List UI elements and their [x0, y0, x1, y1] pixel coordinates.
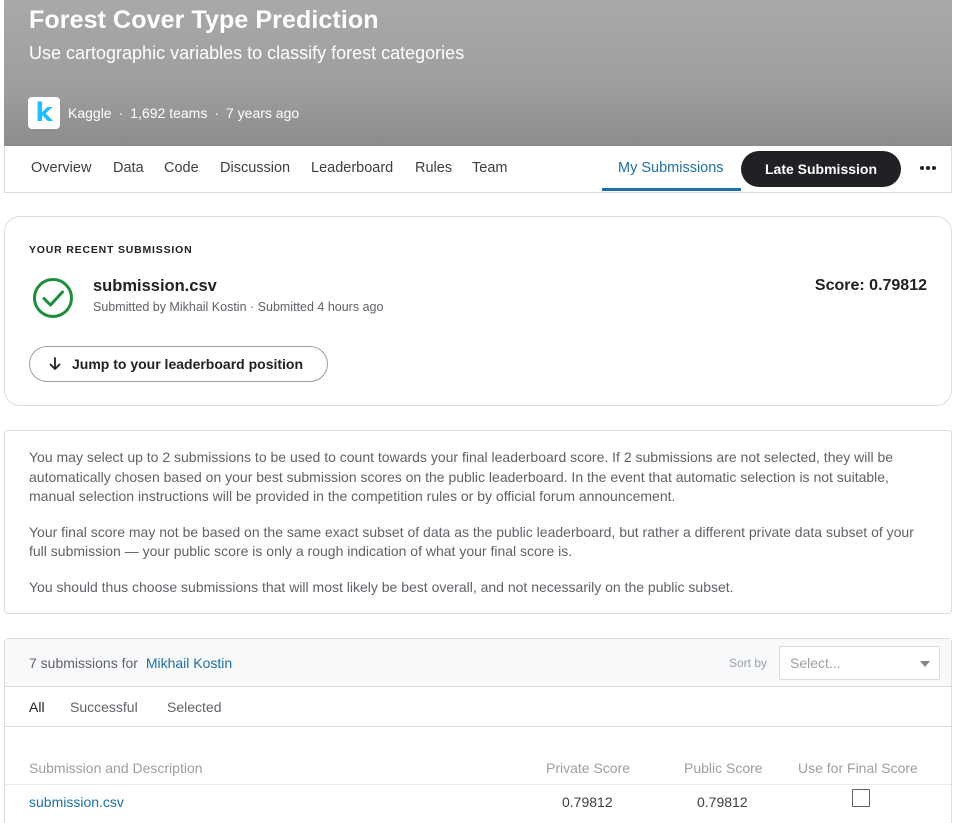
sort-label: Sort by — [729, 656, 768, 670]
host-name[interactable]: Kaggle — [68, 105, 112, 121]
private-score-value: 0.79812 — [562, 794, 613, 810]
chevron-down-icon — [920, 661, 930, 667]
use-for-final-checkbox[interactable] — [852, 789, 870, 807]
check-circle-icon — [33, 278, 73, 318]
meta-separator: · — [214, 105, 219, 121]
competition-header: Forest Cover Type Prediction Use cartogr… — [4, 0, 952, 146]
submissions-panel: 7 submissions for Mikhail Kostin Sort by… — [4, 638, 952, 823]
tab-discussion[interactable]: Discussion — [220, 160, 290, 176]
competition-subtitle: Use cartographic variables to classify f… — [29, 43, 465, 63]
tab-team[interactable]: Team — [472, 160, 507, 176]
user-link[interactable]: Mikhail Kostin — [146, 655, 232, 671]
more-options-icon[interactable] — [915, 155, 941, 181]
submissions-count-text: 7 submissions for — [29, 655, 138, 671]
teams-count: 1,692 teams — [130, 105, 208, 121]
table-row: submission.csv 0.79812 0.79812 — [5, 785, 951, 823]
info-paragraph: You may select up to 2 submissions to be… — [29, 449, 894, 504]
recent-file-name: submission.csv — [93, 277, 217, 295]
sort-select[interactable]: Select... — [779, 646, 940, 680]
active-tab-indicator — [602, 188, 741, 191]
filter-tabs: All Successful Selected — [5, 687, 951, 727]
tab-rules[interactable]: Rules — [415, 160, 452, 176]
selection-info-card: You may select up to 2 submissions to be… — [4, 430, 952, 614]
jump-to-leaderboard-button[interactable]: Jump to your leaderboard position — [29, 346, 328, 382]
sort-placeholder: Select... — [790, 655, 841, 671]
tab-overview[interactable]: Overview — [31, 160, 91, 176]
late-submission-button[interactable]: Late Submission — [741, 151, 901, 187]
submissions-header: 7 submissions for Mikhail Kostin Sort by… — [5, 639, 951, 687]
jump-label: Jump to your leaderboard position — [72, 356, 304, 372]
submission-file-link[interactable]: submission.csv — [29, 794, 124, 810]
competition-meta: k Kaggle · 1,692 teams · 7 years ago — [28, 97, 299, 129]
tab-code[interactable]: Code — [164, 160, 199, 176]
submissions-count: 7 submissions for Mikhail Kostin — [29, 655, 232, 671]
column-header-final-score: Use for Final Score — [798, 760, 918, 776]
arrow-down-icon — [49, 357, 61, 370]
submission-meta: Submitted by Mikhail Kostin · Submitted … — [93, 300, 384, 314]
column-header-submission: Submission and Description — [29, 760, 203, 776]
kaggle-logo-icon[interactable]: k — [28, 97, 60, 129]
column-header-private-score: Private Score — [546, 760, 631, 776]
tab-my-submissions[interactable]: My Submissions — [618, 160, 724, 176]
table-header: Submission and Description Private Score… — [5, 727, 951, 785]
filter-successful[interactable]: Successful — [70, 699, 138, 715]
recent-submission-card: YOUR RECENT SUBMISSION submission.csv Su… — [4, 216, 952, 406]
competition-age: 7 years ago — [226, 105, 300, 121]
recent-submission-label: YOUR RECENT SUBMISSION — [29, 244, 193, 256]
public-score-value: 0.79812 — [697, 794, 748, 810]
info-paragraph: You should thus choose submissions that … — [29, 578, 734, 595]
column-header-public-score: Public Score — [684, 760, 763, 776]
recent-score: Score: 0.79812 — [814, 277, 927, 294]
competition-title: Forest Cover Type Prediction — [29, 6, 379, 34]
tab-data[interactable]: Data — [113, 160, 144, 176]
meta-separator: · — [118, 105, 124, 121]
competition-tabs: Overview Data Code Discussion Leaderboar… — [4, 146, 952, 193]
info-paragraph: Your final score may not be based on the… — [29, 523, 914, 560]
filter-all[interactable]: All — [29, 699, 45, 715]
filter-selected[interactable]: Selected — [167, 699, 221, 715]
tab-leaderboard[interactable]: Leaderboard — [311, 160, 393, 176]
